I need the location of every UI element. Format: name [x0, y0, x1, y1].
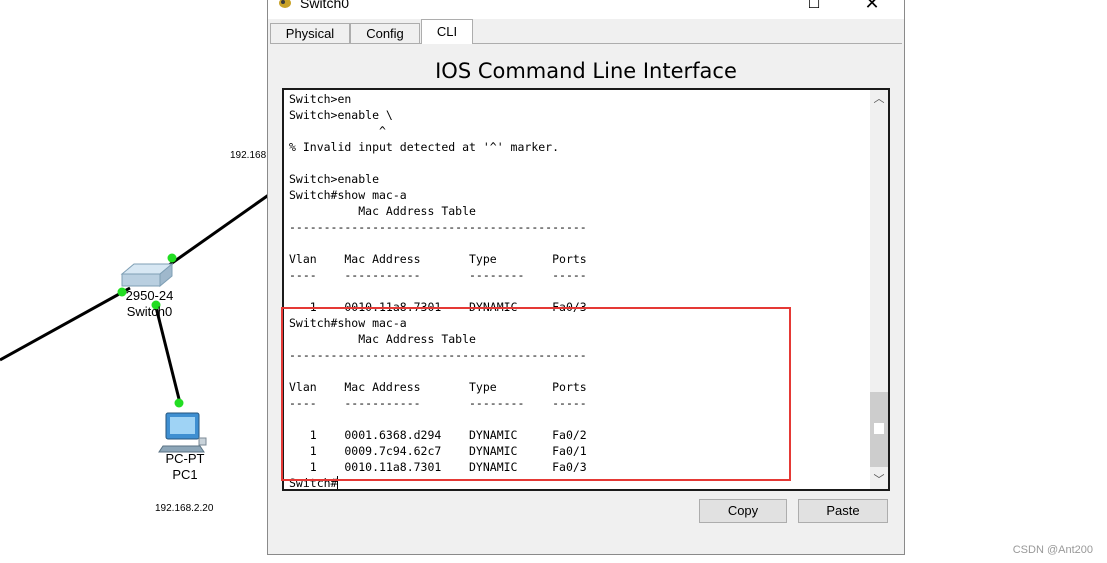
tab-cli[interactable]: CLI — [421, 19, 473, 44]
terminal-line: ---- ----------- -------- ----- — [289, 268, 587, 282]
terminal-line: Switch>enable — [289, 172, 380, 186]
terminal-line: 1 0001.6368.d294 DYNAMIC Fa0/2 — [289, 428, 587, 442]
port-status-dot — [167, 253, 177, 263]
terminal-line: ----------------------------------------… — [289, 348, 587, 362]
switch-label[interactable]: 2950-24 Switch0 — [112, 288, 187, 320]
device-dialog: Switch0 ☐ ✕ Physical Config CLI IOS Comm… — [267, 0, 905, 555]
terminal-line: Switch>enable \ — [289, 108, 393, 122]
terminal-line: 1 0010.11a8.7301 DYNAMIC Fa0/3 — [289, 300, 587, 314]
copy-button[interactable]: Copy — [699, 499, 787, 523]
close-button[interactable]: ✕ — [852, 0, 892, 15]
tab-physical[interactable]: Physical — [270, 23, 350, 43]
terminal-prompt-line[interactable]: Switch# — [289, 475, 587, 490]
pc-icon[interactable] — [158, 412, 207, 453]
terminal-line: ----------------------------------------… — [289, 220, 587, 234]
terminal-prompt: Switch# — [289, 476, 338, 490]
tab-config[interactable]: Config — [350, 23, 420, 43]
maximize-button[interactable]: ☐ — [794, 0, 834, 15]
title-bar[interactable]: Switch0 ☐ ✕ — [268, 0, 904, 19]
terminal-line: ^ — [289, 124, 386, 138]
terminal-line: 1 0010.11a8.7301 DYNAMIC Fa0/3 — [289, 460, 587, 474]
port-status-dot — [174, 398, 184, 408]
terminal-line: Switch#show mac-a — [289, 316, 407, 330]
switch-name: Switch0 — [126, 304, 173, 319]
pc-name: PC1 — [172, 467, 198, 482]
paste-button[interactable]: Paste — [798, 499, 888, 523]
switch-model: 2950-24 — [125, 288, 174, 303]
terminal-line: % Invalid input detected at '^' marker. — [289, 140, 560, 154]
terminal-scrollbar[interactable]: ︿ ﹀ — [870, 90, 888, 489]
cli-heading: IOS Command Line Interface — [435, 59, 737, 83]
terminal-line: ---- ----------- -------- ----- — [289, 396, 587, 410]
scroll-thumb[interactable] — [870, 392, 888, 467]
scroll-grip — [874, 423, 884, 434]
pc-ip-label: 192.168.2.20 — [155, 503, 214, 514]
terminal-line: Mac Address Table — [289, 332, 476, 346]
cli-terminal[interactable]: Switch>en Switch>enable \ ^ % Invalid inpu… — [282, 88, 890, 491]
tab-bar: Physical Config CLI — [270, 19, 902, 44]
terminal-line: Vlan Mac Address Type Ports — [289, 252, 587, 266]
switch-icon[interactable] — [120, 262, 174, 288]
pc-model: PC-PT — [165, 451, 205, 466]
text-cursor — [337, 476, 339, 489]
watermark: CSDN @Ant200 — [1012, 544, 1093, 556]
terminal-output[interactable]: Switch>en Switch>enable \ ^ % Invalid inpu… — [289, 91, 587, 490]
terminal-line: 1 0009.7c94.62c7 DYNAMIC Fa0/1 — [289, 444, 587, 458]
app-icon — [279, 0, 291, 8]
link-switch-left[interactable] — [0, 286, 131, 362]
scroll-up-arrow-icon[interactable]: ︿ — [870, 90, 888, 108]
terminal-line: Mac Address Table — [289, 204, 476, 218]
terminal-line: Switch#show mac-a — [289, 188, 407, 202]
pc-label[interactable]: PC-PT PC1 — [150, 451, 220, 483]
link-switch-router[interactable] — [154, 192, 271, 277]
terminal-line: Switch>en — [289, 92, 352, 106]
scroll-down-arrow-icon[interactable]: ﹀ — [870, 471, 888, 489]
window-title: Switch0 — [300, 0, 350, 11]
partial-ip-label: 192.168 — [230, 150, 267, 161]
terminal-line: Vlan Mac Address Type Ports — [289, 380, 587, 394]
